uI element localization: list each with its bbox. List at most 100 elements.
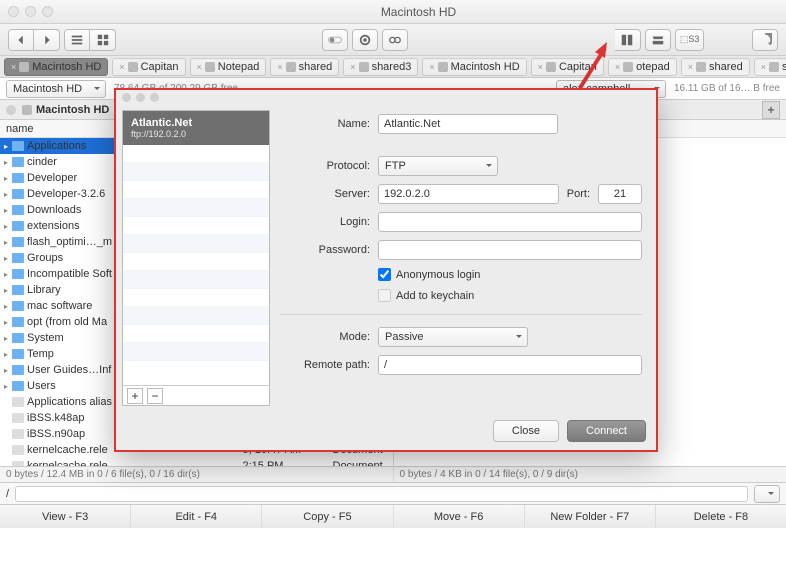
- remove-server-button[interactable]: −: [147, 388, 163, 404]
- tab[interactable]: × Capitan: [112, 58, 185, 76]
- tab-close-icon[interactable]: ×: [688, 62, 693, 72]
- close-window-icon[interactable]: [8, 6, 19, 17]
- file-icon: [12, 429, 24, 439]
- fkey-button[interactable]: View - F3: [0, 505, 131, 528]
- disclosure-icon[interactable]: ▸: [4, 302, 12, 311]
- disclosure-icon[interactable]: ▸: [4, 174, 12, 183]
- tab[interactable]: ×shared3: [343, 58, 418, 76]
- tab[interactable]: ×shared: [681, 58, 750, 76]
- name-label: Name:: [280, 118, 370, 130]
- fkey-button[interactable]: Edit - F4: [131, 505, 262, 528]
- fkey-button[interactable]: Move - F6: [394, 505, 525, 528]
- keychain-checkbox-input: [378, 289, 391, 302]
- fkey-button[interactable]: New Folder - F7: [525, 505, 656, 528]
- cmd-history-select[interactable]: [754, 485, 780, 503]
- zoom-window-icon[interactable]: [42, 6, 53, 17]
- connect-server-button[interactable]: [645, 29, 671, 51]
- folder-icon: [12, 141, 24, 151]
- cmd-input[interactable]: [15, 486, 748, 502]
- tab-close-icon[interactable]: ×: [350, 62, 355, 72]
- folder-icon: [12, 173, 24, 183]
- view-list-button[interactable]: [64, 29, 90, 51]
- tab-close-icon[interactable]: ×: [429, 62, 434, 72]
- sync-button[interactable]: [752, 29, 778, 51]
- port-field[interactable]: [598, 184, 642, 204]
- tab[interactable]: ×Macintosh HD: [4, 58, 108, 76]
- minimize-window-icon[interactable]: [25, 6, 36, 17]
- tab-close-icon[interactable]: ×: [277, 62, 282, 72]
- disclosure-icon[interactable]: ▸: [4, 206, 12, 215]
- login-field[interactable]: [378, 212, 642, 232]
- mode-label: Mode:: [280, 331, 370, 343]
- fkey-button[interactable]: Copy - F5: [262, 505, 393, 528]
- connection-form: Name: Protocol: FTP Server: Port: Login:…: [280, 110, 650, 406]
- disclosure-icon[interactable]: ▸: [4, 158, 12, 167]
- dialog-min-icon[interactable]: [136, 93, 145, 102]
- folder-icon: [12, 285, 24, 295]
- password-field[interactable]: [378, 240, 642, 260]
- disclosure-icon[interactable]: ▸: [4, 222, 12, 231]
- server-field[interactable]: [378, 184, 559, 204]
- disclosure-icon[interactable]: ▸: [4, 350, 12, 359]
- tab-close-icon[interactable]: ×: [119, 62, 124, 72]
- tab[interactable]: × Notepad: [190, 58, 267, 76]
- remote-field[interactable]: [378, 355, 642, 375]
- left-volume-select[interactable]: Macintosh HD: [6, 80, 106, 98]
- close-icon[interactable]: [6, 105, 16, 115]
- disclosure-icon[interactable]: ▸: [4, 254, 12, 263]
- left-status: 0 bytes / 12.4 MB in 0 / 6 file(s), 0 / …: [0, 466, 393, 482]
- disclosure-icon[interactable]: ▸: [4, 318, 12, 327]
- view-grid-button[interactable]: [90, 29, 116, 51]
- hidden-files-button[interactable]: [382, 29, 408, 51]
- tab-close-icon[interactable]: ×: [11, 62, 16, 72]
- tab-close-icon[interactable]: ×: [615, 62, 620, 72]
- close-button[interactable]: Close: [493, 420, 559, 442]
- disclosure-icon[interactable]: ▸: [4, 366, 12, 375]
- tab[interactable]: ×shared3: [754, 58, 786, 76]
- anonymous-checkbox[interactable]: Anonymous login: [378, 268, 480, 281]
- command-line: /: [0, 482, 786, 504]
- tab-label: Notepad: [218, 61, 260, 73]
- fkey-button[interactable]: Delete - F8: [656, 505, 786, 528]
- table-row[interactable]: kernelcache.rele2:15 PMDocument: [0, 458, 393, 466]
- mode-select[interactable]: Passive: [378, 327, 528, 347]
- disclosure-icon[interactable]: ▸: [4, 270, 12, 279]
- preview-button[interactable]: [352, 29, 378, 51]
- tab-close-icon[interactable]: ×: [197, 62, 202, 72]
- add-tab-button[interactable]: +: [762, 101, 780, 119]
- tab[interactable]: ×Macintosh HD: [422, 58, 526, 76]
- toggle-button[interactable]: [322, 29, 348, 51]
- dialog-close-icon[interactable]: [122, 93, 131, 102]
- port-label: Port:: [567, 188, 590, 200]
- tab-label: Capitan: [141, 61, 179, 73]
- tab-close-icon[interactable]: ×: [761, 62, 766, 72]
- dialog-zoom-icon[interactable]: [150, 93, 159, 102]
- tab[interactable]: ×Capitan: [531, 58, 604, 76]
- disclosure-icon[interactable]: ▸: [4, 286, 12, 295]
- back-button[interactable]: [8, 29, 34, 51]
- disclosure-icon[interactable]: ▸: [4, 334, 12, 343]
- dual-pane-button[interactable]: [615, 29, 641, 51]
- folder-icon: [12, 269, 24, 279]
- s3-button[interactable]: ⬚S3: [675, 29, 705, 51]
- folder-icon: [12, 205, 24, 215]
- anonymous-checkbox-input[interactable]: [378, 268, 391, 281]
- folder-icon: [12, 221, 24, 231]
- disclosure-icon[interactable]: ▸: [4, 142, 12, 151]
- disclosure-icon[interactable]: ▸: [4, 238, 12, 247]
- protocol-select[interactable]: FTP: [378, 156, 498, 176]
- login-label: Login:: [280, 216, 370, 228]
- add-server-button[interactable]: +: [127, 388, 143, 404]
- table-row[interactable]: [394, 458, 786, 466]
- forward-button[interactable]: [34, 29, 60, 51]
- disclosure-icon[interactable]: ▸: [4, 382, 12, 391]
- server-list-item[interactable]: Atlantic.Net ftp://192.0.2.0: [123, 111, 269, 145]
- folder-icon: [12, 157, 24, 167]
- tab-close-icon[interactable]: ×: [538, 62, 543, 72]
- tab[interactable]: ×shared: [270, 58, 339, 76]
- name-field[interactable]: [378, 114, 558, 134]
- connect-button[interactable]: Connect: [567, 420, 646, 442]
- disclosure-icon[interactable]: ▸: [4, 190, 12, 199]
- tab[interactable]: ×otepad: [608, 58, 677, 76]
- disk-icon: [22, 105, 32, 115]
